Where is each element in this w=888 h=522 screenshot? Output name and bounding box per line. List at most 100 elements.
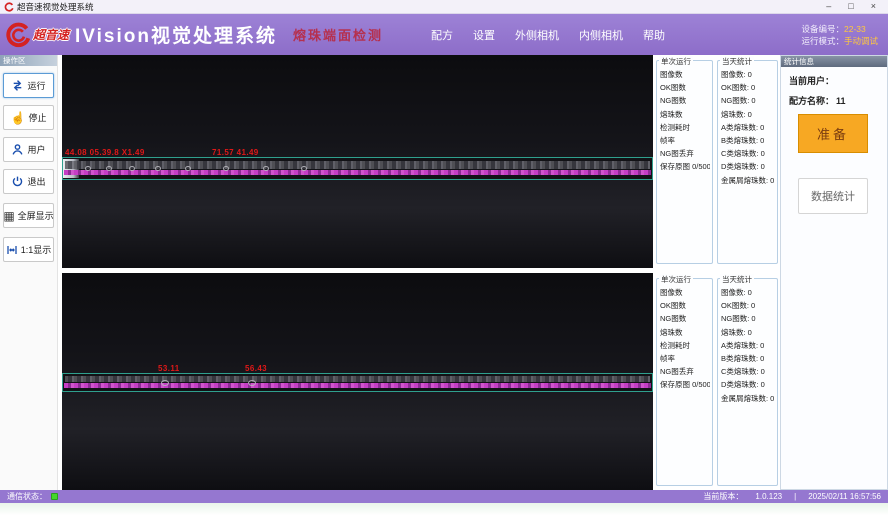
menu-item-recipe[interactable]: 配方 xyxy=(431,27,453,43)
current-user-label: 当前用户： xyxy=(789,76,834,86)
grid-fullscreen-icon: ▦ xyxy=(3,210,14,222)
data-statistics-button[interactable]: 数据统计 xyxy=(798,178,868,214)
stat-row: 金属屑熔珠数: 0 xyxy=(721,174,775,187)
measurement-annotation: 56.43 xyxy=(245,364,267,373)
user-button[interactable]: 用户 xyxy=(3,137,54,162)
current-user-row: 当前用户： xyxy=(789,74,887,87)
stat-row: 熔珠数 xyxy=(660,326,710,339)
maximize-button[interactable]: □ xyxy=(848,0,853,13)
bead-marker xyxy=(161,380,169,386)
daily-stats-groupbox: 当天统计 图像数: 0OK图数: 0NG图数: 0熔珠数: 0A类熔珠数: 0B… xyxy=(717,60,778,264)
fullscreen-button-label: 全屏显示 xyxy=(18,209,54,222)
stat-row: C类熔珠数: 0 xyxy=(721,365,775,378)
menu-item-help[interactable]: 帮助 xyxy=(643,27,665,43)
prepare-button[interactable]: 准备 xyxy=(798,114,868,153)
bead-marker xyxy=(155,166,161,171)
app-window: 超音速视觉处理系统 – □ × 超音速 IVision视觉处理系统 熔珠端面检测… xyxy=(0,0,888,522)
brand-swirl-icon xyxy=(5,22,31,48)
window-title: 超音速视觉处理系统 xyxy=(17,1,94,13)
stat-rows: 图像数: 0OK图数: 0NG图数: 0熔珠数: 0A类熔珠数: 0B类熔珠数:… xyxy=(718,279,777,405)
stat-row: 金属屑熔珠数: 0 xyxy=(721,392,775,405)
stat-row: NG图丢弃 xyxy=(660,147,710,160)
comm-status: 通信状态： xyxy=(7,491,58,502)
menu-item-outer-camera[interactable]: 外侧相机 xyxy=(515,27,559,43)
groupbox-title: 单次运行 xyxy=(659,56,693,67)
one-to-one-button[interactable]: 1:1显示 xyxy=(3,237,54,262)
device-id-label: 设备编号： xyxy=(801,24,844,34)
stat-row: 检测耗时 xyxy=(660,121,710,134)
stat-row: 保存原图 0/500 xyxy=(660,160,710,173)
stat-row: 熔珠数: 0 xyxy=(721,108,775,121)
menu-item-inner-camera[interactable]: 内侧相机 xyxy=(579,27,623,43)
stat-row: NG图数 xyxy=(660,312,710,325)
device-id-row: 设备编号：22-33 xyxy=(801,23,878,35)
strip-texture xyxy=(65,376,650,382)
stop-button-label: 停止 xyxy=(28,111,46,124)
bead-marker xyxy=(301,166,307,171)
fullscreen-button[interactable]: ▦ 全屏显示 xyxy=(3,203,54,228)
stat-row: 保存原图 0/500 xyxy=(660,378,710,391)
stat-row: B类熔珠数: 0 xyxy=(721,352,775,365)
stat-rows: 图像数OK图数NG图数熔珠数检测耗时帧率NG图丢弃保存原图 0/500 xyxy=(657,279,712,392)
stats-block-bottom: 单次运行 图像数OK图数NG图数熔珠数检测耗时帧率NG图丢弃保存原图 0/500… xyxy=(655,273,780,490)
os-titlebar: 超音速视觉处理系统 – □ × xyxy=(0,0,888,14)
strip-texture xyxy=(65,161,650,169)
exit-button[interactable]: 退出 xyxy=(3,169,54,194)
bead-marker xyxy=(106,166,112,171)
stat-row: OK图数 xyxy=(660,81,710,94)
stat-row: 熔珠数 xyxy=(660,108,710,121)
stat-row: A类熔珠数: 0 xyxy=(721,339,775,352)
stat-row: NG图数 xyxy=(660,94,710,107)
recipe-name-value: 11 xyxy=(836,96,846,106)
app-logo-icon xyxy=(4,2,14,12)
one-to-one-button-label: 1:1显示 xyxy=(21,243,52,256)
statistics-info-panel: 统计信息 当前用户： 配方名称：11 准备 数据统计 xyxy=(780,55,888,490)
measurement-annotation: 44.08 05.39.8 X1.49 xyxy=(65,148,145,157)
measurement-annotation: 71.57 41.49 xyxy=(212,148,259,157)
stop-button[interactable]: ☝ 停止 xyxy=(3,105,54,130)
statusbar-right: 当前版本： 1.0.123 | 2025/02/11 16:57:56 xyxy=(703,491,881,502)
sidebar-operations: 操作区 运行 ☝ 停止 用户 xyxy=(0,55,58,490)
sidebar-title: 操作区 xyxy=(0,55,57,66)
measurement-annotation: 53.11 xyxy=(158,364,180,373)
brand-badge: 超音速 xyxy=(33,26,69,43)
bead-marker xyxy=(248,380,256,386)
run-mode-label: 运行模式： xyxy=(801,36,844,46)
run-button-label: 运行 xyxy=(27,79,45,92)
bead-marker xyxy=(129,166,135,171)
menu-item-settings[interactable]: 设置 xyxy=(473,27,495,43)
camera-view-bottom: 53.11 56.43 xyxy=(62,273,653,490)
device-id-value: 22-33 xyxy=(844,24,866,34)
stat-rows: 图像数: 0OK图数: 0NG图数: 0熔珠数: 0A类熔珠数: 0B类熔珠数:… xyxy=(718,61,777,187)
version-label: 当前版本： xyxy=(703,491,743,502)
run-button[interactable]: 运行 xyxy=(3,73,54,98)
user-icon xyxy=(11,143,24,156)
detected-bead-line xyxy=(64,383,651,388)
stat-row: 帧率 xyxy=(660,134,710,147)
stat-row: D类熔珠数: 0 xyxy=(721,378,775,391)
groupbox-title: 当天统计 xyxy=(720,274,754,285)
weld-bead-strip xyxy=(62,373,653,392)
app-title: IVision视觉处理系统 xyxy=(75,21,277,48)
stat-row: NG图数: 0 xyxy=(721,312,775,325)
stat-row: C类熔珠数: 0 xyxy=(721,147,775,160)
bead-marker xyxy=(263,166,269,171)
window-controls: – □ × xyxy=(826,0,884,13)
statusbar-datetime: 2025/02/11 16:57:56 xyxy=(808,492,881,501)
hand-stop-icon: ☝ xyxy=(11,112,26,124)
close-button[interactable]: × xyxy=(871,0,876,13)
weld-bead-strip xyxy=(62,157,653,180)
bead-marker xyxy=(223,166,229,171)
stat-row: 图像数 xyxy=(660,286,710,299)
groupbox-title: 当天统计 xyxy=(720,56,754,67)
minimize-button[interactable]: – xyxy=(826,0,831,13)
camera-view-top: 44.08 05.39.8 X1.49 71.57 41.49 xyxy=(62,55,653,268)
recipe-name-label: 配方名称： xyxy=(789,96,834,106)
header-info: 设备编号：22-33 运行模式：手动调试 xyxy=(801,23,878,47)
single-run-groupbox: 单次运行 图像数OK图数NG图数熔珠数检测耗时帧率NG图丢弃保存原图 0/500 xyxy=(656,278,713,486)
menu-bar: 配方 设置 外侧相机 内侧相机 帮助 xyxy=(431,27,665,43)
one-to-one-icon xyxy=(6,244,18,256)
stat-row: 图像数: 0 xyxy=(721,286,775,299)
bead-marker xyxy=(85,166,91,171)
status-bar: 通信状态： 当前版本： 1.0.123 | 2025/02/11 16:57:5… xyxy=(0,490,888,503)
